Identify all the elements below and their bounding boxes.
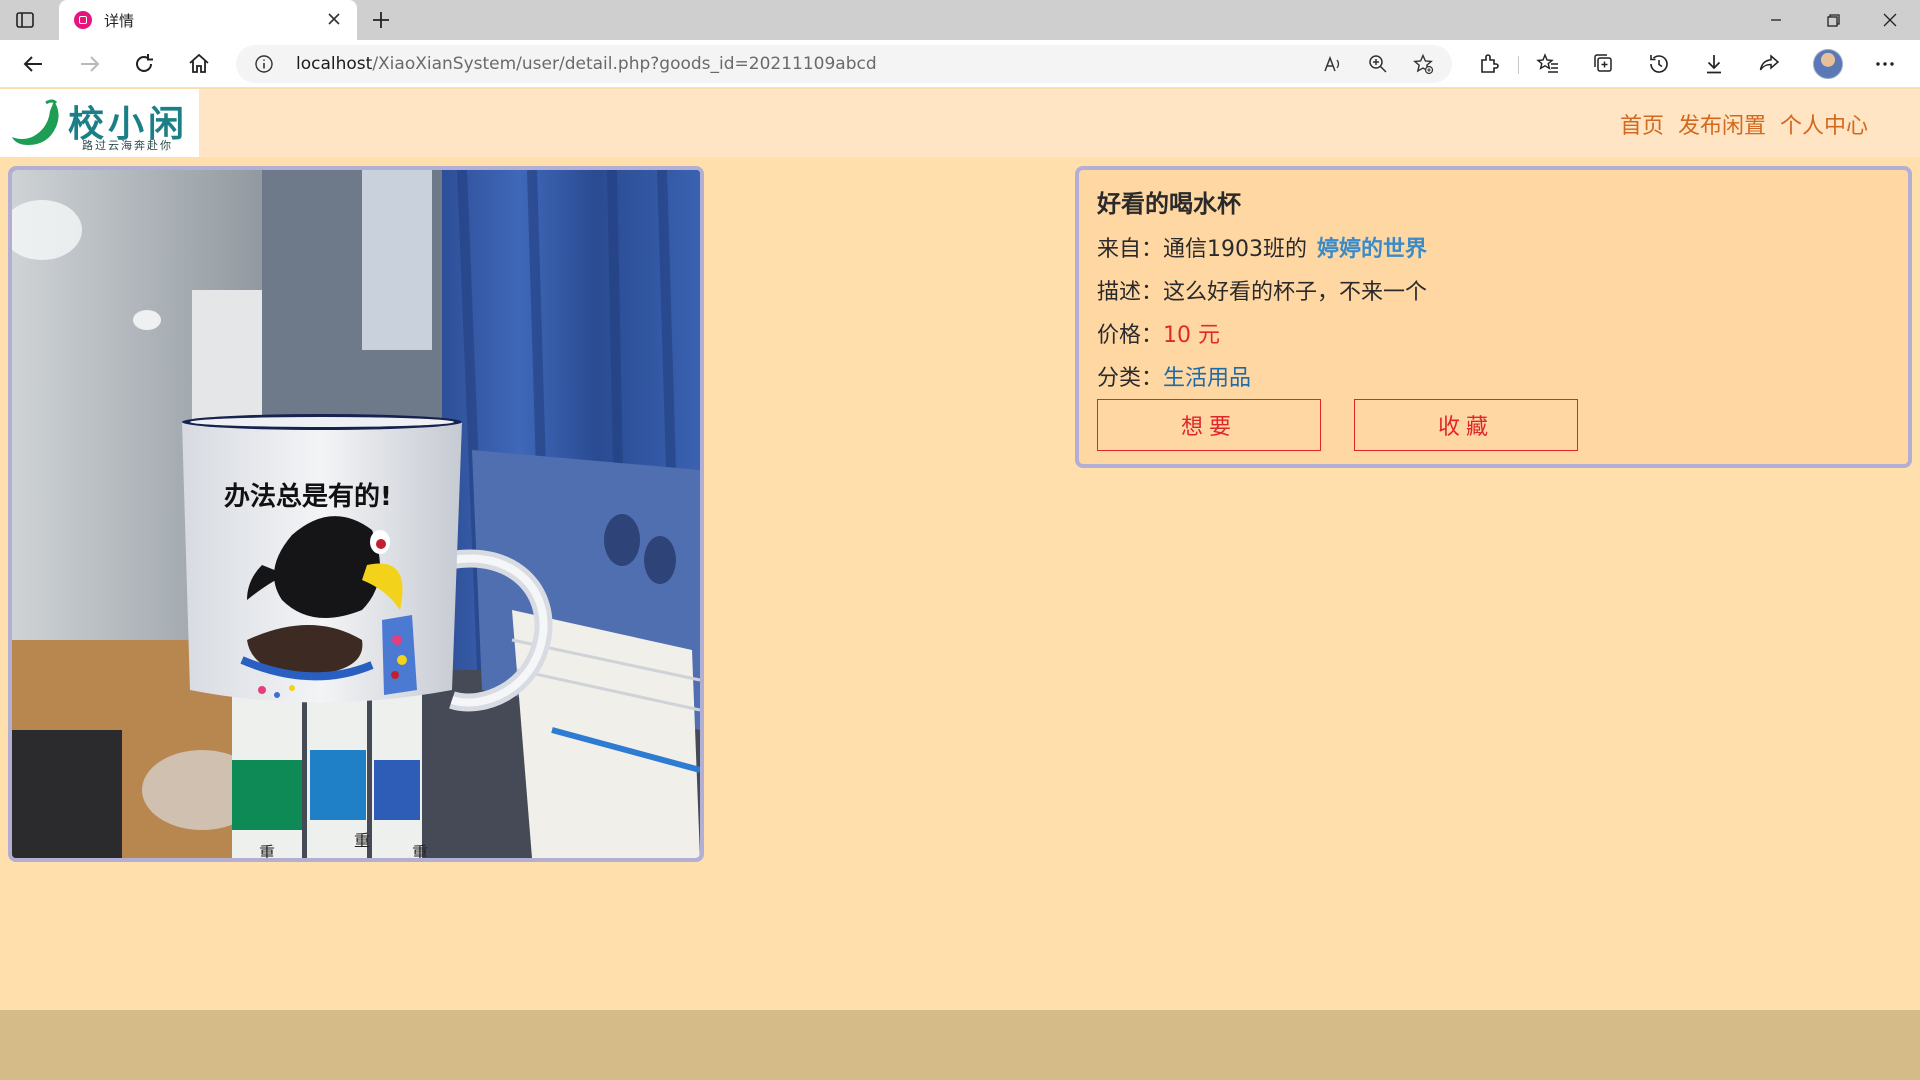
- site-info-icon[interactable]: [254, 54, 274, 74]
- source-class: 通信1903班的: [1163, 237, 1308, 262]
- extensions-icon[interactable]: [1477, 52, 1501, 76]
- book-spine-label-1: 重: [259, 843, 275, 858]
- category-label: 分类：: [1097, 366, 1164, 391]
- nav-link-profile[interactable]: 个人中心: [1780, 108, 1868, 140]
- restore-icon[interactable]: [1821, 8, 1845, 32]
- product-desc-row: 描述：这么好看的杯子，不来一个: [1097, 274, 1427, 306]
- tab-title: 详情: [104, 12, 135, 30]
- favorites-icon[interactable]: [1536, 52, 1560, 76]
- address-bar[interactable]: localhost/XiaoXianSystem/user/detail.php…: [236, 45, 1452, 83]
- nav-link-publish[interactable]: 发布闲置: [1678, 108, 1766, 140]
- product-info-card: 好看的喝水杯 来自：通信1903班的 婷婷的世界 描述：这么好看的杯子，不来一个 …: [1075, 166, 1912, 468]
- product-image: 办法总是有的! 重 重 重: [8, 166, 704, 862]
- nav-link-home[interactable]: 首页: [1620, 108, 1664, 140]
- minimize-icon[interactable]: [1764, 8, 1788, 32]
- forward-arrow-icon[interactable]: [76, 51, 102, 77]
- price-label: 价格：: [1097, 323, 1164, 348]
- more-menu-icon[interactable]: [1873, 52, 1897, 76]
- product-source-row: 来自：通信1903班的 婷婷的世界: [1097, 231, 1427, 263]
- book-spine-label-3: 重: [412, 843, 428, 858]
- refresh-icon[interactable]: [131, 51, 157, 77]
- collect-button[interactable]: 收藏: [1354, 399, 1578, 451]
- site-footer: [0, 1010, 1920, 1080]
- profile-avatar[interactable]: [1813, 49, 1843, 79]
- page-content: 校小闲 路过云海奔赴你 首页 发布闲置 个人中心 办法总是有的! 重 重 重 好…: [0, 89, 1920, 1080]
- new-tab-icon[interactable]: [369, 8, 393, 32]
- toolbar-divider: [1518, 56, 1519, 74]
- share-icon[interactable]: [1757, 52, 1781, 76]
- close-window-icon[interactable]: [1878, 8, 1902, 32]
- collections-icon[interactable]: [1592, 52, 1616, 76]
- browser-toolbar: localhost/XiaoXianSystem/user/detail.php…: [0, 40, 1920, 88]
- mug-slogan-text: 办法总是有的!: [224, 481, 392, 512]
- book-spine-label-2: 重: [354, 831, 370, 850]
- site-header: 校小闲 路过云海奔赴你 首页 发布闲置 个人中心: [0, 89, 1920, 157]
- product-description: 这么好看的杯子，不来一个: [1163, 280, 1428, 305]
- seller-link[interactable]: 婷婷的世界: [1317, 237, 1427, 262]
- desc-label: 描述：: [1097, 280, 1164, 305]
- logo-swoosh-icon: [12, 99, 59, 145]
- close-tab-icon[interactable]: [325, 10, 343, 28]
- read-aloud-icon[interactable]: [1322, 53, 1344, 75]
- product-title: 好看的喝水杯: [1097, 190, 1241, 218]
- logo-slogan: 路过云海奔赴你: [82, 139, 173, 152]
- downloads-icon[interactable]: [1702, 52, 1726, 76]
- product-category-row: 分类：生活用品: [1097, 360, 1251, 392]
- browser-tab-active[interactable]: 详情: [59, 0, 357, 40]
- want-button[interactable]: 想要: [1097, 399, 1321, 451]
- category-link[interactable]: 生活用品: [1163, 366, 1251, 391]
- zoom-icon[interactable]: [1367, 53, 1389, 75]
- site-favicon-icon: [74, 11, 92, 29]
- site-logo[interactable]: 校小闲 路过云海奔赴你: [0, 89, 199, 157]
- product-price: 10 元: [1163, 323, 1221, 348]
- main-nav: 首页 发布闲置 个人中心: [1620, 108, 1868, 140]
- product-price-row: 价格：10 元: [1097, 317, 1220, 349]
- history-icon[interactable]: [1647, 52, 1671, 76]
- home-icon[interactable]: [186, 51, 212, 77]
- browser-tab-bar: 详情: [0, 0, 1920, 40]
- product-photo-mug: 办法总是有的! 重 重 重: [12, 170, 700, 858]
- source-label: 来自：: [1097, 237, 1164, 262]
- back-arrow-icon[interactable]: [21, 51, 47, 77]
- favorite-star-add-icon[interactable]: [1412, 53, 1434, 75]
- url-text[interactable]: localhost/XiaoXianSystem/user/detail.php…: [296, 54, 877, 74]
- tab-actions-icon[interactable]: [14, 9, 36, 31]
